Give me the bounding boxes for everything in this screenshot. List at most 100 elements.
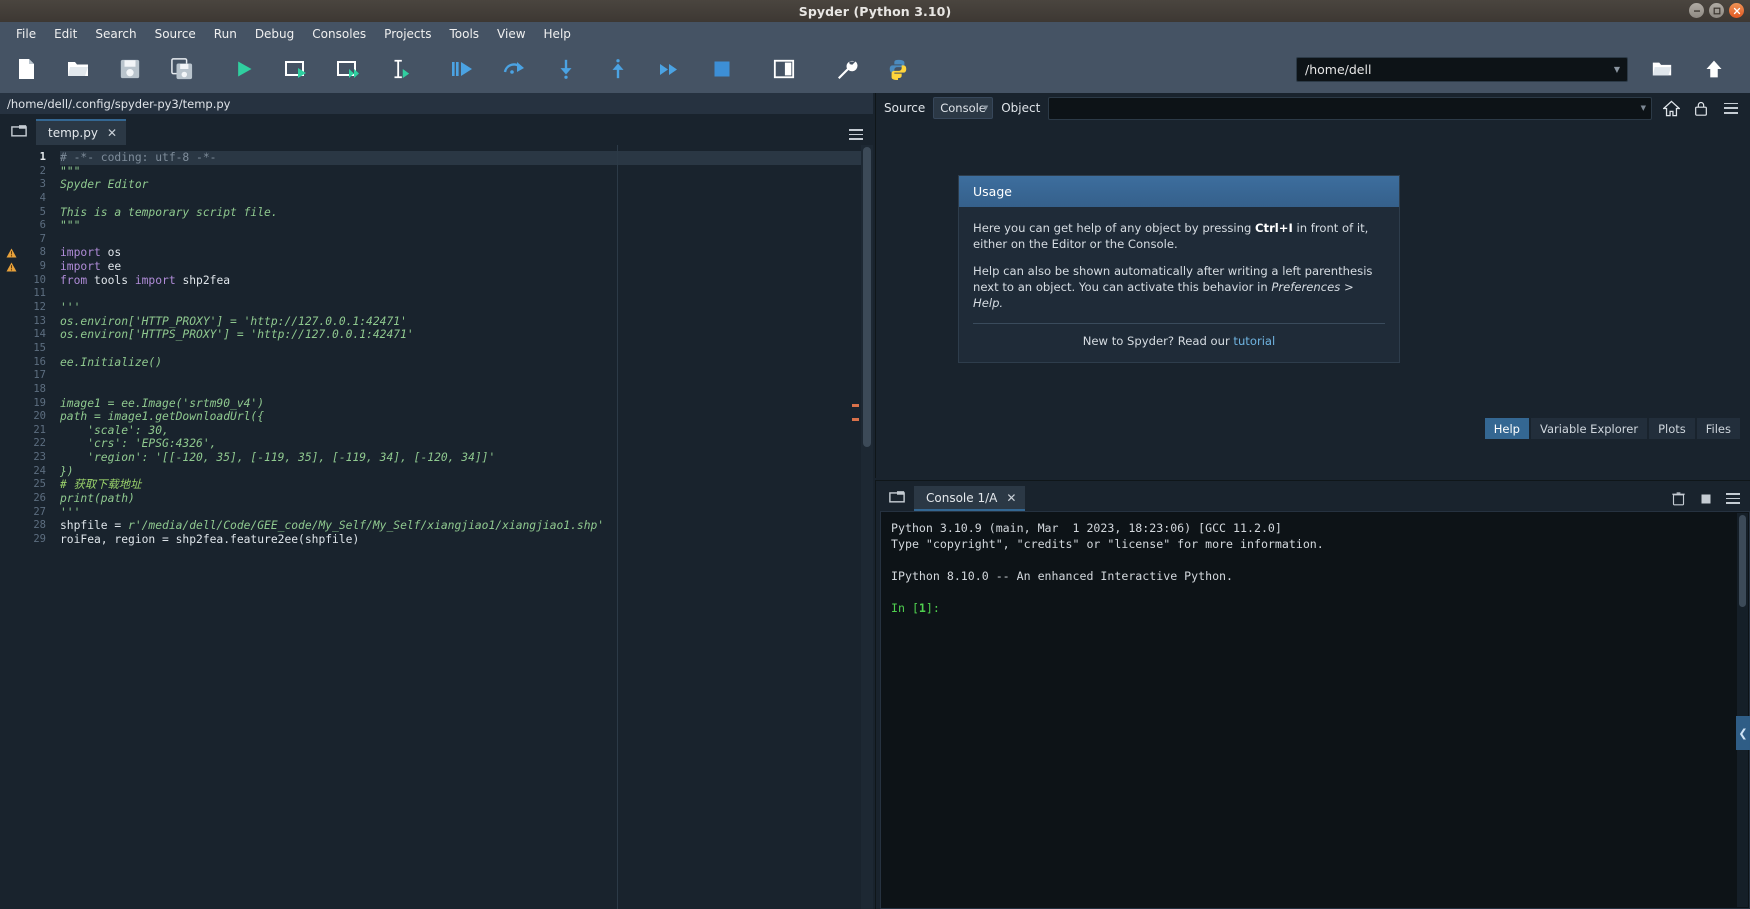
browse-tabs-icon[interactable] <box>886 485 908 507</box>
home-icon[interactable] <box>1660 97 1682 119</box>
menu-edit[interactable]: Edit <box>45 24 86 44</box>
console-prompt: In [1]: <box>891 600 1749 616</box>
pythonpath-manager-icon[interactable] <box>878 49 918 89</box>
debug-file-icon[interactable] <box>442 49 482 89</box>
scrollbar-thumb[interactable] <box>863 147 871 447</box>
minimize-button[interactable] <box>1689 3 1704 18</box>
step-over-icon[interactable] <box>494 49 534 89</box>
code-line[interactable]: ee.Initialize() <box>60 356 873 370</box>
tab-help[interactable]: Help <box>1484 418 1529 439</box>
console-output[interactable]: Python 3.10.9 (main, Mar 1 2023, 18:23:0… <box>880 511 1750 909</box>
menu-consoles[interactable]: Consoles <box>303 24 375 44</box>
menu-run[interactable]: Run <box>205 24 246 44</box>
code-line[interactable]: import os <box>60 246 873 260</box>
chevron-down-icon[interactable]: ▼ <box>1610 58 1624 81</box>
code-line[interactable] <box>60 383 873 397</box>
code-line[interactable]: ''' <box>60 506 873 520</box>
code-line[interactable]: # 获取下载地址 <box>60 478 873 492</box>
help-object-input[interactable]: ▼ <box>1048 96 1652 120</box>
collapse-panel-handle[interactable]: ❮ <box>1736 716 1750 750</box>
console-tab-actions <box>1671 491 1740 506</box>
close-icon[interactable]: ✕ <box>107 127 117 139</box>
browse-tabs-icon[interactable] <box>8 119 30 141</box>
menu-search[interactable]: Search <box>86 24 145 44</box>
options-menu-icon[interactable] <box>1726 493 1740 504</box>
maximize-button[interactable] <box>1709 3 1724 18</box>
menu-tools[interactable]: Tools <box>440 24 488 44</box>
menu-file[interactable]: File <box>7 24 45 44</box>
step-into-icon[interactable] <box>546 49 586 89</box>
code-token: ''' <box>60 505 81 519</box>
close-button[interactable] <box>1729 3 1744 18</box>
code-line[interactable]: 'region': '[[-120, 35], [-119, 35], [-11… <box>60 451 873 465</box>
usage-footer: New to Spyder? Read our tutorial <box>973 334 1385 348</box>
open-file-icon[interactable] <box>58 49 98 89</box>
menu-projects[interactable]: Projects <box>375 24 440 44</box>
chevron-down-icon[interactable]: ▼ <box>1641 104 1646 112</box>
code-line[interactable]: 'scale': 30, <box>60 424 873 438</box>
console-vertical-scrollbar[interactable] <box>1737 513 1748 907</box>
code-line[interactable]: import ee <box>60 260 873 274</box>
code-token: 'region': '[[-120, 35], [-119, 35], [-11… <box>60 451 496 465</box>
menu-view[interactable]: View <box>488 24 534 44</box>
code-line[interactable] <box>60 192 873 206</box>
interrupt-kernel-icon[interactable] <box>1700 493 1712 505</box>
stop-debug-icon[interactable] <box>702 49 742 89</box>
tutorial-link[interactable]: tutorial <box>1233 334 1275 348</box>
code-line[interactable] <box>60 233 873 247</box>
scrollbar-thumb[interactable] <box>1739 515 1746 607</box>
code-line[interactable]: os.environ['HTTP_PROXY'] = 'http://127.0… <box>60 315 873 329</box>
code-line[interactable] <box>60 369 873 383</box>
code-line[interactable]: 'crs': 'EPSG:4326', <box>60 437 873 451</box>
run-cell-advance-icon[interactable] <box>328 49 368 89</box>
code-line[interactable]: # -*- coding: utf-8 -*- <box>60 151 873 165</box>
code-line[interactable]: Spyder Editor <box>60 178 873 192</box>
gutter-cell <box>0 192 22 206</box>
working-directory-combo[interactable]: /home/dell ▼ <box>1296 56 1628 82</box>
code-line[interactable]: ''' <box>60 301 873 315</box>
code-line[interactable]: image1 = ee.Image('srtm90_v4') <box>60 397 873 411</box>
new-file-icon[interactable] <box>6 49 46 89</box>
step-return-icon[interactable] <box>598 49 638 89</box>
chevron-down-icon[interactable]: ▼ <box>983 104 988 112</box>
code-line[interactable] <box>60 287 873 301</box>
run-selection-icon[interactable] <box>380 49 420 89</box>
console-tab-1a[interactable]: Console 1/A ✕ <box>914 486 1026 511</box>
editor-code-body[interactable]: # -*- coding: utf-8 -*- """ Spyder Editor T… <box>50 145 873 909</box>
code-editor[interactable]: 1 2 3 4 5 6 7 8 9 10 11 12 13 14 15 16 17 18 19 20 21 22 23 24 2… <box>0 145 873 909</box>
code-line[interactable]: """ <box>60 165 873 179</box>
code-line[interactable]: This is a temporary script file. <box>60 206 873 220</box>
menu-debug[interactable]: Debug <box>246 24 303 44</box>
menu-source[interactable]: Source <box>146 24 205 44</box>
browse-directory-icon[interactable] <box>1642 49 1682 89</box>
code-line[interactable]: """ <box>60 219 873 233</box>
help-source-combo[interactable]: Console ▼ <box>933 97 994 119</box>
preferences-icon[interactable] <box>826 49 866 89</box>
code-line[interactable]: from tools import shp2fea <box>60 274 873 288</box>
tab-files[interactable]: Files <box>1696 418 1740 439</box>
maximize-pane-icon[interactable] <box>764 49 804 89</box>
code-line[interactable]: }) <box>60 465 873 479</box>
run-cell-icon[interactable] <box>276 49 316 89</box>
code-line[interactable]: print(path) <box>60 492 873 506</box>
lock-icon[interactable] <box>1690 97 1712 119</box>
options-menu-icon[interactable] <box>849 129 863 140</box>
parent-directory-icon[interactable] <box>1694 49 1734 89</box>
save-file-icon[interactable] <box>110 49 150 89</box>
tab-variable-explorer[interactable]: Variable Explorer <box>1530 418 1648 439</box>
tab-plots[interactable]: Plots <box>1649 418 1695 439</box>
editor-vertical-scrollbar[interactable] <box>861 145 873 909</box>
editor-tab-temp-py[interactable]: temp.py ✕ <box>36 119 126 145</box>
code-line[interactable]: path = image1.getDownloadUrl({ <box>60 410 873 424</box>
save-all-icon[interactable] <box>162 49 202 89</box>
run-file-icon[interactable] <box>224 49 264 89</box>
code-line[interactable]: roiFea, region = shp2fea.feature2ee(shpf… <box>60 533 873 547</box>
code-line[interactable]: os.environ['HTTPS_PROXY'] = 'http://127.… <box>60 328 873 342</box>
continue-icon[interactable] <box>650 49 690 89</box>
code-line[interactable]: shpfile = r'/media/dell/Code/GEE_code/My… <box>60 519 873 533</box>
code-line[interactable] <box>60 342 873 356</box>
close-icon[interactable]: ✕ <box>1006 491 1016 505</box>
menu-help[interactable]: Help <box>535 24 580 44</box>
remove-all-variables-icon[interactable] <box>1671 491 1686 506</box>
options-menu-icon[interactable] <box>1720 97 1742 119</box>
